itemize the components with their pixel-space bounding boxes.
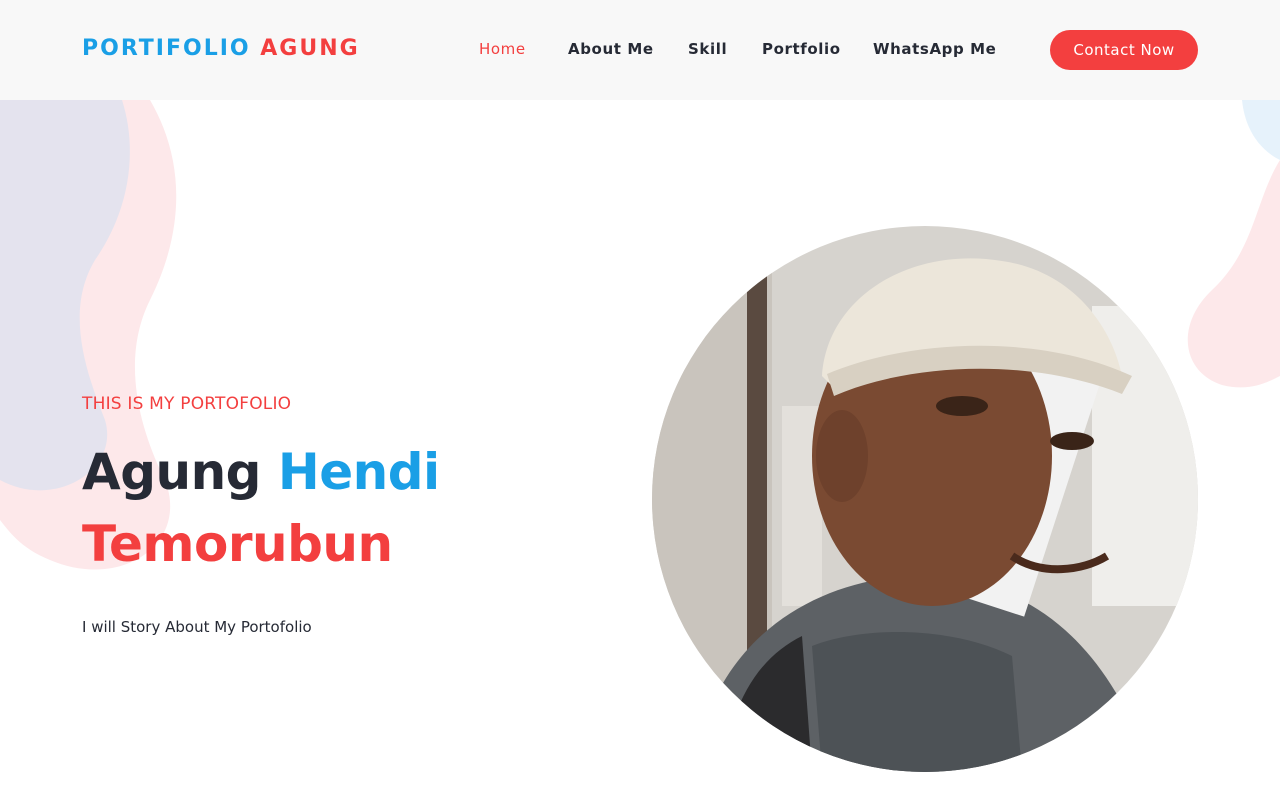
brand-part-1: PORTIFOLIO	[82, 36, 251, 61]
contact-now-button[interactable]: Contact Now	[1050, 30, 1198, 70]
pink-blob-right	[1187, 160, 1280, 388]
hero-section: THIS IS MY PORTOFOLIO Agung Hendi Temoru…	[82, 394, 602, 636]
nav-portfolio[interactable]: Portfolio	[762, 40, 841, 58]
top-navbar: PORTIFOLIO AGUNG Home About Me Skill Por…	[0, 0, 1280, 100]
nav-about-me[interactable]: About Me	[568, 40, 654, 58]
hero-name-last: Temorubun	[82, 515, 393, 573]
brand-part-2: AGUNG	[260, 36, 360, 61]
nav-home[interactable]: Home	[479, 40, 526, 58]
nav-whatsapp-me[interactable]: WhatsApp Me	[873, 40, 996, 58]
hero-name-middle: Hendi	[277, 443, 440, 501]
hero-name-first: Agung	[82, 443, 261, 501]
hero-name-heading: Agung Hendi Temorubun	[82, 436, 602, 580]
blue-blob-right	[1242, 100, 1280, 160]
nav-skill[interactable]: Skill	[688, 40, 727, 58]
profile-photo-illustration	[652, 226, 1198, 772]
brand-logo[interactable]: PORTIFOLIO AGUNG	[82, 36, 360, 61]
hero-eyebrow: THIS IS MY PORTOFOLIO	[82, 394, 292, 414]
hero-tagline: I will Story About My Portofolio	[82, 618, 312, 636]
profile-photo	[652, 226, 1198, 772]
